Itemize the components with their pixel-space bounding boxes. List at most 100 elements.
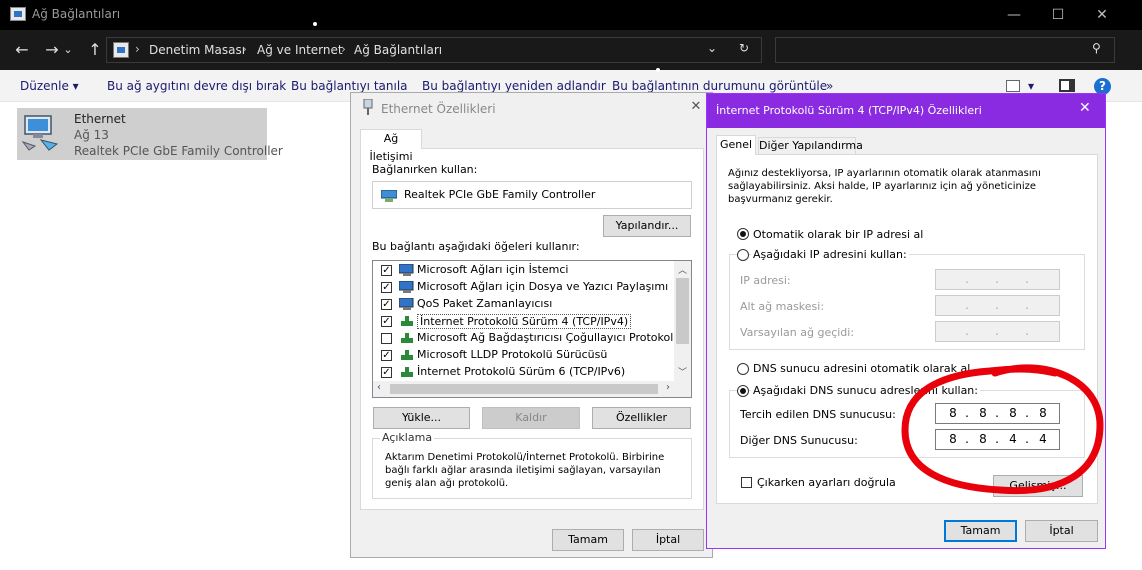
item-checkbox[interactable]: ✓ [381,282,392,293]
address-row: ← → ⌄ ↑ › Denetim Masası › Ağ ve Interne… [0,30,1142,70]
connection-name: Ethernet [74,112,126,126]
install-button[interactable]: Yükle... [373,407,470,429]
horizontal-scrollbar[interactable]: ‹ › [373,381,691,397]
adapter-name: Realtek PCIe GbE Family Controller [404,188,596,201]
item-checkbox[interactable]: ✓ [381,299,392,310]
subnet-field: ... [935,295,1060,316]
gateway-field: ... [935,321,1060,342]
maximize-button[interactable]: ☐ [1046,4,1070,26]
diagnose-command[interactable]: Bu bağlantıyı tanıla [291,79,408,93]
components-list[interactable]: ✓ Microsoft Ağları için İstemci ✓ Micros… [372,260,692,398]
refresh-icon[interactable]: ↻ [739,41,749,55]
background-dot [1130,268,1133,271]
adapter-field: Realtek PCIe GbE Family Controller [372,181,692,209]
network-service-icon [399,298,414,310]
adapter-icon [381,190,397,202]
uninstall-button[interactable]: Kaldır [482,407,580,429]
window-title: Ağ Bağlantıları [32,7,121,21]
tab-general[interactable]: Genel [716,135,756,155]
list-item-selected[interactable]: ✓ İnternet Protokolü Sürüm 4 (TCP/IPv4) [373,313,691,330]
dialog-close-button[interactable]: ✕ [685,97,707,117]
validate-label[interactable]: Çıkarken ayarları doğrula [757,476,896,489]
intro-text: Ağınız destekliyorsa, IP ayarlarının oto… [728,168,1041,205]
configure-button[interactable]: Yapılandır... [603,215,691,237]
close-button[interactable]: ✕ [1090,4,1114,26]
network-protocol-icon [401,350,413,360]
connect-using-label: Bağlanırken kullan: [372,163,478,176]
dialog-title: İnternet Protokolü Sürüm 4 (TCP/IPv4) Öz… [716,104,982,117]
vertical-scrollbar[interactable]: ︿ ﹀ [674,261,691,381]
scroll-left-icon[interactable]: ‹ [377,382,381,393]
scrollbar-thumb[interactable] [676,278,689,344]
disable-device-command[interactable]: Bu ağ aygıtını devre dışı bırak [107,79,286,93]
breadcrumb-control-panel[interactable]: Denetim Masası [149,43,245,57]
ip-address-field: ... [935,269,1060,290]
breadcrumb-network-internet[interactable]: Ağ ve Internet [257,43,343,57]
ethernet-properties-dialog: Ethernet Özellikleri ✕ Ağ İletişimi Bağl… [350,92,713,558]
connection-adapter: Realtek PCIe GbE Family Controller [74,144,283,158]
manual-ip-label[interactable]: Aşağıdaki IP adresini kullan: [751,248,909,261]
scroll-up-icon[interactable]: ︿ [678,263,687,276]
network-client-icon [399,264,414,276]
dialog-title: Ethernet Özellikleri [381,102,496,116]
explorer-title-bar: Ağ Bağlantıları — ☐ ✕ [0,0,1142,30]
forward-arrow-icon[interactable]: → [41,39,63,61]
auto-dns-radio[interactable] [737,363,749,375]
ok-button[interactable]: Tamam [944,520,1017,542]
item-checkbox[interactable]: ✓ [381,367,392,378]
tab-networking[interactable]: Ağ İletişimi [360,129,422,163]
item-checkbox[interactable]: ✓ [381,265,392,276]
red-annotation-circle [901,364,1104,495]
ok-button[interactable]: Tamam [552,529,624,551]
organize-menu[interactable]: Düzenle ▾ [20,79,79,93]
address-bar[interactable]: › Denetim Masası › Ağ ve Internet › Ağ B… [106,37,762,63]
search-icon: ⚲ [1092,41,1101,55]
cancel-button[interactable]: İptal [632,529,704,551]
back-arrow-icon[interactable]: ← [11,39,33,61]
preferred-dns-label: Tercih edilen DNS sunucusu: [740,408,896,421]
manual-dns-radio[interactable] [737,385,749,397]
control-panel-icon [113,42,129,58]
search-input[interactable]: ⚲ [775,37,1115,63]
description-title: Açıklama [380,431,435,444]
network-protocol-icon [401,316,413,326]
breadcrumb-separator: › [242,42,247,56]
properties-button[interactable]: Özellikler [592,407,691,429]
breadcrumb-separator: › [135,42,140,56]
more-commands-chevron[interactable]: » [826,79,833,93]
view-options-dropdown-icon[interactable]: ▾ [1028,79,1034,93]
auto-ip-radio[interactable] [737,228,749,240]
tab-alternate-config[interactable]: Diğer Yapılandırma [758,137,863,154]
view-options-icon[interactable] [1006,80,1020,92]
scroll-down-icon[interactable]: ﹀ [678,365,687,378]
background-dot [1120,395,1123,398]
auto-ip-label[interactable]: Otomatik olarak bir IP adresi al [753,228,923,241]
description-text: Aktarım Denetimi Protokolü/İnternet Prot… [385,452,665,489]
item-checkbox[interactable]: ✓ [381,316,392,327]
gateway-label: Varsayılan ağ geçidi: [740,326,855,339]
network-protocol-icon [401,333,413,343]
network-service-icon [399,281,414,293]
items-label: Bu bağlantı aşağıdaki öğeleri kullanır: [372,240,580,253]
background-dot [656,68,660,72]
breadcrumb-network-connections[interactable]: Ağ Bağlantıları [354,43,442,57]
ethernet-connection-item[interactable]: Ethernet Ağ 13 Realtek PCIe GbE Family C… [17,108,283,160]
item-checkbox[interactable] [381,333,392,344]
validate-checkbox[interactable] [741,477,752,488]
rename-command[interactable]: Bu bağlantıyı yeniden adlandır [422,79,606,93]
network-folder-icon [10,7,26,21]
up-arrow-icon[interactable]: ↑ [84,39,106,61]
recent-locations-icon[interactable]: ⌄ [61,39,75,61]
manual-ip-radio[interactable] [737,249,749,261]
dialog-close-button[interactable]: ✕ [1079,100,1091,116]
cancel-button[interactable]: İptal [1025,520,1098,542]
view-status-command[interactable]: Bu bağlantının durumunu görüntüle [612,79,827,93]
scroll-right-icon[interactable]: › [666,382,670,393]
hscrollbar-thumb[interactable] [390,384,658,394]
minimize-button[interactable]: — [1002,4,1026,26]
address-dropdown-icon[interactable]: ⌄ [707,41,717,55]
subnet-label: Alt ağ maskesi: [740,300,825,313]
item-checkbox[interactable]: ✓ [381,350,392,361]
network-protocol-icon [401,367,413,377]
preview-pane-icon[interactable] [1059,79,1075,92]
